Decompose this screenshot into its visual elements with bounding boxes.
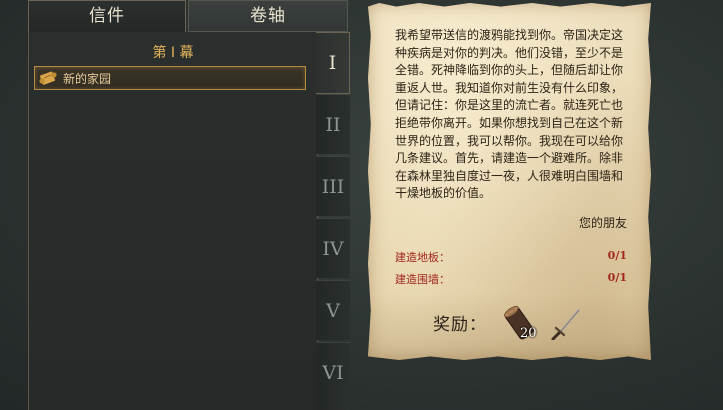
letter-list: 第 I 幕 新的家园 xyxy=(28,32,318,410)
chapter-button-3[interactable]: III xyxy=(316,156,350,216)
objective-label: 建造地板： xyxy=(395,251,450,264)
letter-parchment: 我希望带送信的渡鸦能找到你。帝国决定这种疾病是对你的判决。他们没错，至少不是全错… xyxy=(368,3,651,360)
objective-label: 建造围墙： xyxy=(395,273,450,286)
list-item[interactable]: 新的家园 xyxy=(34,66,306,90)
objective-progress: 0/1 xyxy=(607,249,627,262)
objective-row: 建造地板： 0/1 xyxy=(395,249,627,265)
chapter-title: 第 I 幕 xyxy=(152,45,194,61)
chapter-button-6[interactable]: VI xyxy=(316,342,350,410)
chapter-button-1[interactable]: I xyxy=(316,32,350,94)
tab-letters[interactable]: 信件 xyxy=(28,0,186,32)
entry-label: 新的家园 xyxy=(63,72,112,86)
reward-count: 20 xyxy=(520,326,537,341)
letter-signature: 您的朋友 xyxy=(578,216,627,230)
scroll-icon xyxy=(39,71,57,85)
quest-log-panel: 信件 卷轴 第 I 幕 新的家园 I II III IV V VI xyxy=(0,0,350,410)
chapter-selector: I II III IV V VI xyxy=(316,32,350,410)
sword-icon[interactable] xyxy=(551,306,583,340)
chapter-button-2[interactable]: II xyxy=(316,94,350,154)
tab-scrolls[interactable]: 卷轴 xyxy=(188,0,348,32)
reward-label: 奖励： xyxy=(433,315,487,335)
chapter-button-5[interactable]: V xyxy=(316,280,350,340)
objective-row: 建造围墙： 0/1 xyxy=(395,271,627,287)
letter-body: 我希望带送信的渡鸦能找到你。帝国决定这种疾病是对你的判决。他们没错，至少不是全错… xyxy=(395,28,624,201)
chapter-button-4[interactable]: IV xyxy=(316,218,350,278)
objective-progress: 0/1 xyxy=(607,271,627,284)
